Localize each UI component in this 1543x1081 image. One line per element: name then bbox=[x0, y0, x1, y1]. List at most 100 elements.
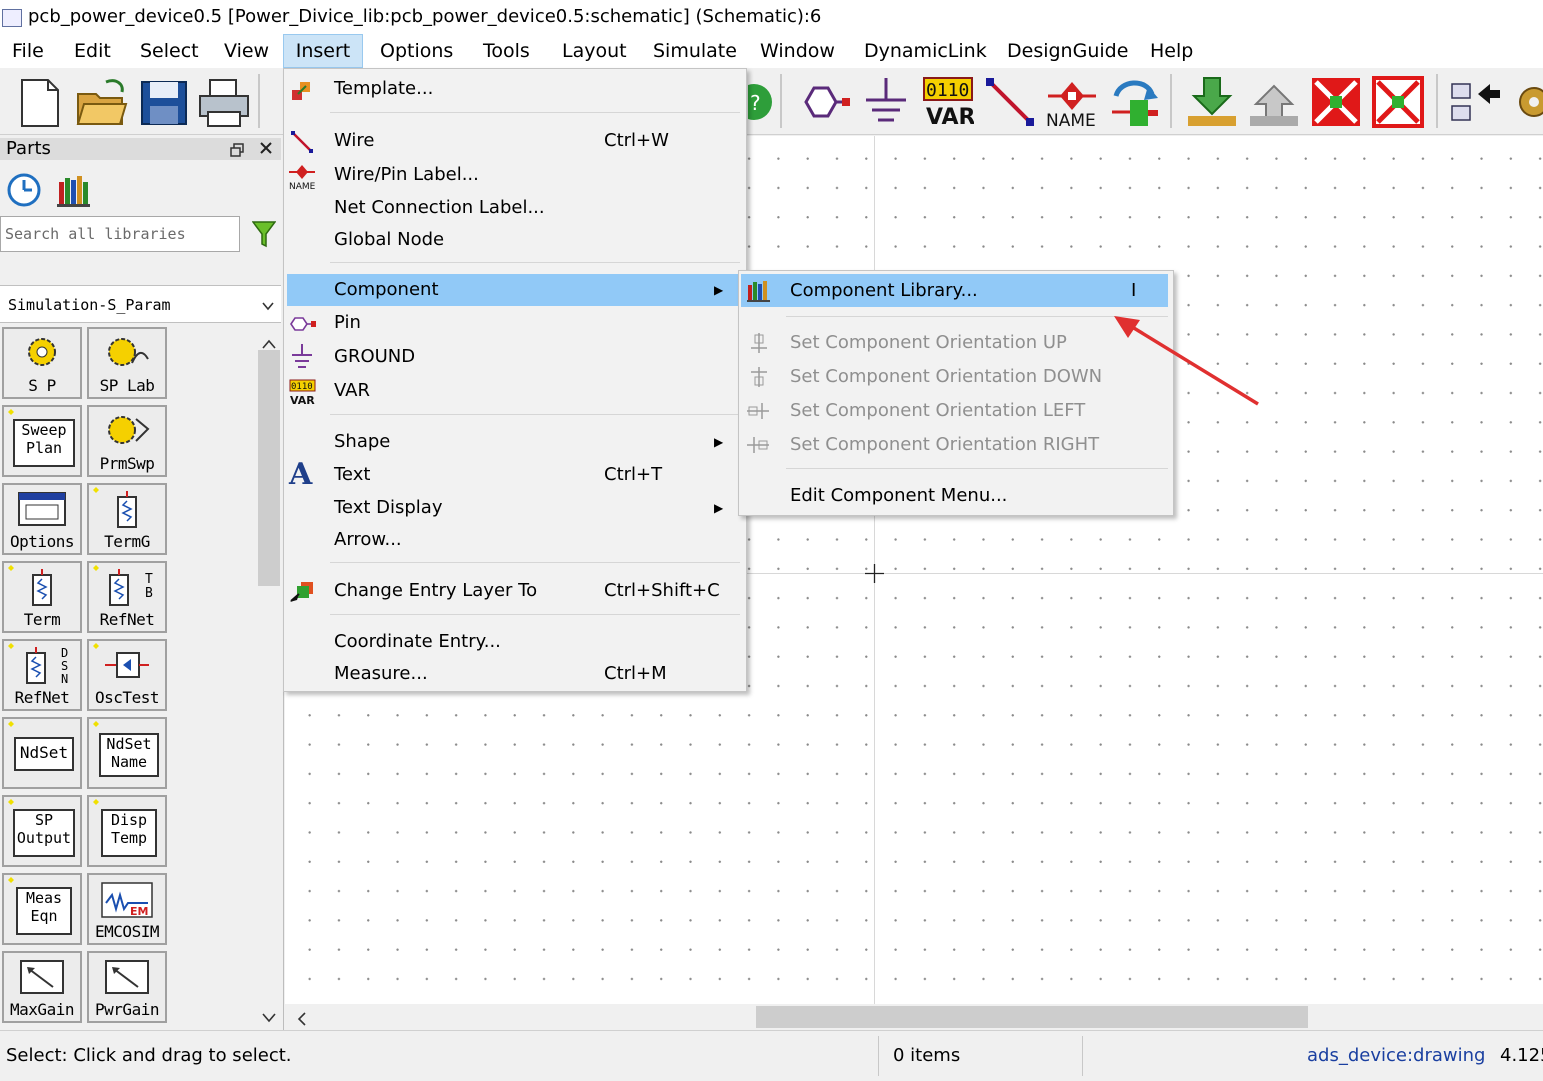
menu-wire[interactable]: Wire bbox=[334, 130, 374, 151]
chevron-left-icon[interactable] bbox=[296, 1010, 308, 1026]
gain-icon bbox=[19, 959, 65, 1000]
wire-label-icon[interactable]: NAME bbox=[1046, 76, 1098, 131]
deactivate-icon[interactable] bbox=[1310, 76, 1362, 128]
palette-sp-lab[interactable]: SP Lab bbox=[87, 327, 167, 399]
menu-ground[interactable]: GROUND bbox=[334, 346, 415, 367]
var-icon[interactable]: 0110 VAR bbox=[922, 76, 976, 130]
menu-window[interactable]: Window bbox=[752, 34, 843, 68]
palette-sp[interactable]: S P bbox=[2, 327, 82, 399]
palette-emcosim[interactable]: EM EMCOSIM bbox=[87, 873, 167, 945]
palette-disp-temp[interactable]: Disp Temp bbox=[87, 795, 167, 867]
palette-termg[interactable]: TermG bbox=[87, 483, 167, 555]
menu-shape[interactable]: Shape bbox=[334, 431, 390, 452]
menu-orientation-right[interactable]: Set Component Orientation RIGHT bbox=[790, 434, 1099, 455]
palette-prmswp[interactable]: PrmSwp bbox=[87, 405, 167, 477]
close-icon[interactable] bbox=[258, 140, 274, 156]
chevron-down-icon[interactable] bbox=[262, 1008, 276, 1023]
menu-var[interactable]: VAR bbox=[334, 380, 370, 401]
pin-icon[interactable] bbox=[798, 76, 850, 128]
menu-global-node[interactable]: Global Node bbox=[334, 229, 444, 250]
menu-measure[interactable]: Measure... bbox=[334, 663, 428, 684]
menu-edit-component-menu[interactable]: Edit Component Menu... bbox=[790, 485, 1007, 506]
restore-icon[interactable] bbox=[230, 141, 244, 157]
palette-pwrgain[interactable]: PwrGain bbox=[87, 951, 167, 1023]
menu-wire-pin-label[interactable]: Wire/Pin Label... bbox=[334, 164, 479, 185]
history-clock-icon[interactable] bbox=[6, 172, 42, 208]
deactivate-short-icon[interactable] bbox=[1372, 76, 1424, 128]
menu-orientation-up[interactable]: Set Component Orientation UP bbox=[790, 332, 1067, 353]
palette-osctest[interactable]: OscTest bbox=[87, 639, 167, 711]
menu-layout[interactable]: Layout bbox=[554, 34, 635, 68]
print-icon[interactable] bbox=[198, 76, 250, 128]
palette-meas-eqn[interactable]: Meas Eqn bbox=[2, 873, 82, 945]
filter-icon[interactable] bbox=[251, 220, 277, 248]
spark-icon bbox=[8, 565, 14, 571]
palette-options[interactable]: Options bbox=[2, 483, 82, 555]
menu-designguide[interactable]: DesignGuide bbox=[999, 34, 1136, 68]
menu-options[interactable]: Options bbox=[372, 34, 461, 68]
parts-search-placeholder: Search all libraries bbox=[5, 225, 186, 243]
settings-icon[interactable] bbox=[1512, 76, 1543, 128]
new-document-icon[interactable] bbox=[14, 76, 66, 128]
menu-edit[interactable]: Edit bbox=[66, 34, 119, 68]
palette-scroll-thumb[interactable] bbox=[258, 350, 280, 586]
palette-refnet[interactable]: T B RefNet bbox=[87, 561, 167, 633]
simulate-up-icon[interactable] bbox=[1248, 76, 1300, 128]
menu-orientation-left[interactable]: Set Component Orientation LEFT bbox=[790, 400, 1085, 421]
palette-refnet-dsn[interactable]: D S N RefNet bbox=[2, 639, 82, 711]
menu-component-library[interactable]: Component Library... bbox=[790, 280, 978, 301]
status-layer[interactable]: ads_device:drawing bbox=[1307, 1045, 1485, 1066]
palette-ndset-name[interactable]: NdSet Name bbox=[87, 717, 167, 789]
palette-sp-output[interactable]: SP Output bbox=[2, 795, 82, 867]
canvas-hscroll-thumb[interactable] bbox=[756, 1006, 1308, 1028]
menu-text-display[interactable]: Text Display bbox=[334, 497, 442, 518]
sp-output-icon: SP Output bbox=[13, 809, 75, 857]
menu-file[interactable]: File bbox=[4, 34, 52, 68]
save-icon[interactable] bbox=[138, 76, 190, 128]
rotate-icon[interactable] bbox=[1108, 76, 1160, 128]
temp-text: Temp bbox=[110, 829, 148, 847]
menu-change-entry-layer[interactable]: Change Entry Layer To bbox=[334, 580, 537, 601]
menu-simulate[interactable]: Simulate bbox=[645, 34, 745, 68]
menu-dynamiclink[interactable]: DynamicLink bbox=[856, 34, 995, 68]
palette-ndset[interactable]: NdSet bbox=[2, 717, 82, 789]
spark-icon bbox=[93, 721, 99, 727]
palette-label: S P bbox=[28, 376, 56, 395]
menu-net-connection-label[interactable]: Net Connection Label... bbox=[334, 197, 545, 218]
menu-orientation-down[interactable]: Set Component Orientation DOWN bbox=[790, 366, 1102, 387]
sp-text: SP bbox=[34, 811, 54, 829]
palette-label: Term bbox=[23, 610, 61, 629]
help-icon[interactable]: ? bbox=[736, 76, 772, 128]
status-hint: Select: Click and drag to select. bbox=[6, 1045, 292, 1066]
open-folder-icon[interactable] bbox=[76, 76, 128, 128]
chevron-up-icon[interactable] bbox=[262, 334, 276, 349]
menu-tools[interactable]: Tools bbox=[475, 34, 538, 68]
menu-component[interactable]: Component bbox=[334, 279, 439, 300]
text-shortcut: Ctrl+T bbox=[604, 464, 663, 485]
ground-icon bbox=[290, 344, 314, 370]
parts-search-input[interactable]: Search all libraries bbox=[0, 216, 240, 252]
ground-icon[interactable] bbox=[860, 76, 912, 128]
menu-text[interactable]: Text bbox=[334, 464, 370, 485]
wire-icon[interactable] bbox=[984, 76, 1036, 128]
component-arrow-icon[interactable] bbox=[1450, 76, 1502, 128]
simulate-down-icon[interactable] bbox=[1186, 76, 1238, 128]
menu-coordinate-entry[interactable]: Coordinate Entry... bbox=[334, 631, 501, 652]
name-icon-label: NAME bbox=[1046, 111, 1096, 128]
palette-maxgain[interactable]: MaxGain bbox=[2, 951, 82, 1023]
output-text: Output bbox=[16, 829, 72, 847]
libraries-icon[interactable] bbox=[56, 172, 92, 208]
menu-pin[interactable]: Pin bbox=[334, 312, 361, 333]
pin-icon bbox=[289, 316, 317, 332]
library-select[interactable]: Simulation-S_Param bbox=[0, 285, 281, 323]
submenu-arrow-icon: ▶ bbox=[714, 283, 724, 297]
menu-template[interactable]: Template... bbox=[334, 78, 433, 99]
library-select-value: Simulation-S_Param bbox=[8, 296, 171, 314]
palette-term[interactable]: Term bbox=[2, 561, 82, 633]
menu-arrow[interactable]: Arrow... bbox=[334, 529, 402, 550]
palette-sweep-plan[interactable]: Sweep Plan bbox=[2, 405, 82, 477]
menu-select[interactable]: Select bbox=[132, 34, 207, 68]
menu-insert[interactable]: Insert bbox=[283, 34, 363, 68]
menu-help[interactable]: Help bbox=[1142, 34, 1201, 68]
menu-view[interactable]: View bbox=[216, 34, 277, 68]
